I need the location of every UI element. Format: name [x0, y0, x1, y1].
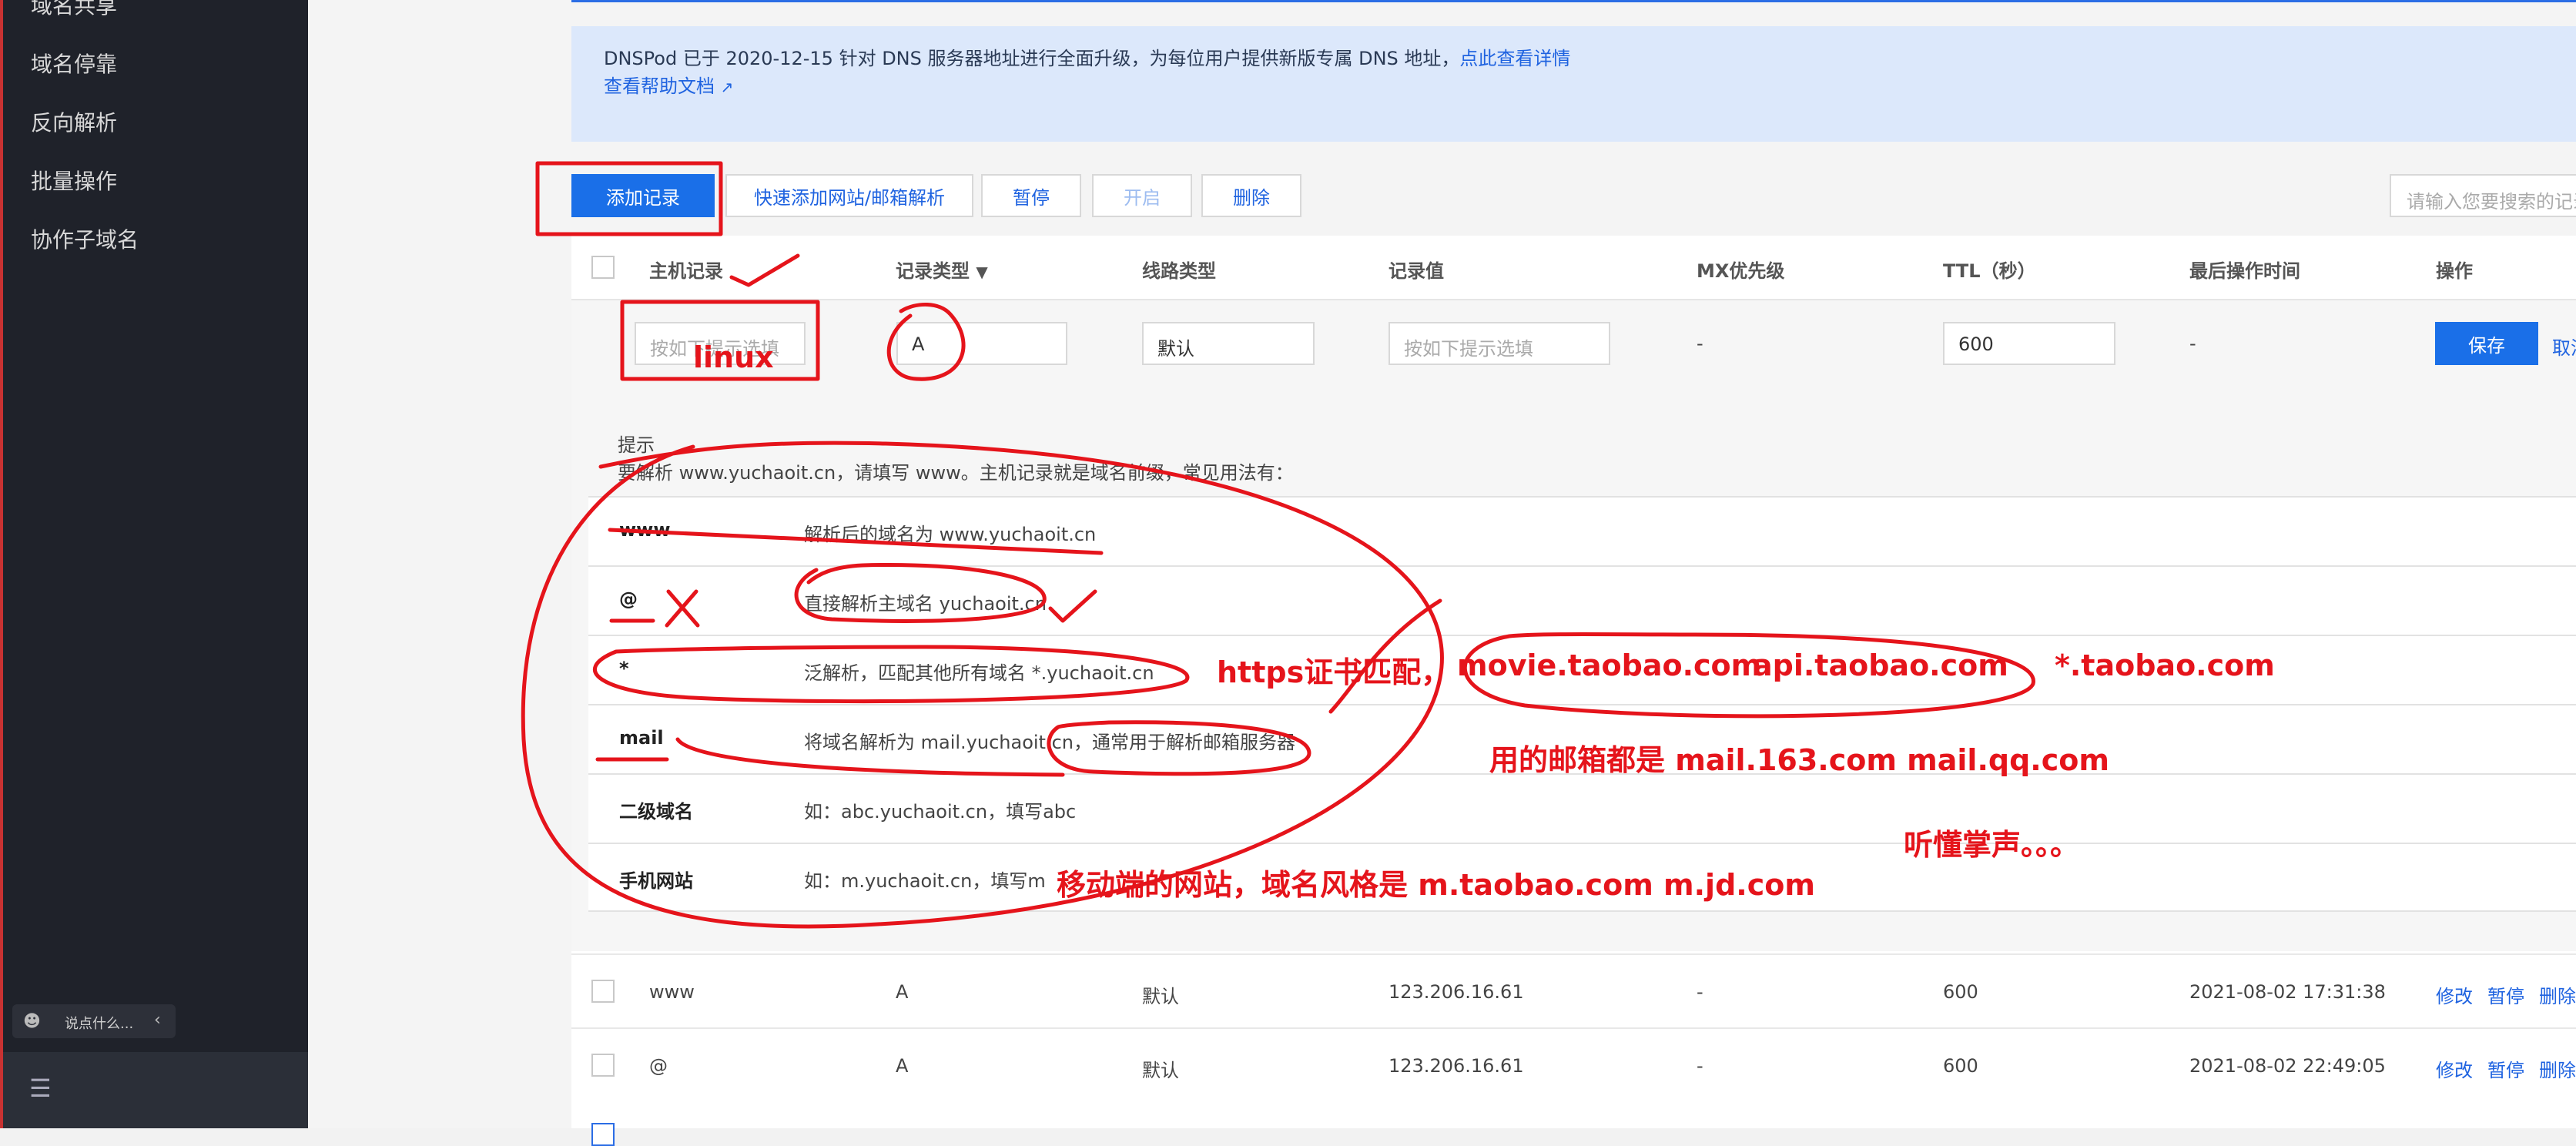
www-underline: [608, 528, 1104, 555]
cross-mark: [665, 589, 700, 628]
mail-line: [675, 737, 1065, 777]
subdomain-circle: [1463, 632, 2035, 719]
mail-server-circle: [1047, 720, 1311, 776]
main-domain-circle: [794, 563, 1047, 623]
annotation-marks: [521, 161, 2035, 929]
wildcard-circle: [592, 645, 1190, 704]
add-record-highlight: [535, 161, 723, 236]
host-input-highlight: [620, 300, 820, 381]
connector-line: [1328, 598, 1442, 714]
tips-ellipse: [521, 441, 1444, 929]
check-mark: [729, 253, 800, 287]
check-mark: [1048, 589, 1097, 623]
type-circle: [886, 302, 966, 381]
